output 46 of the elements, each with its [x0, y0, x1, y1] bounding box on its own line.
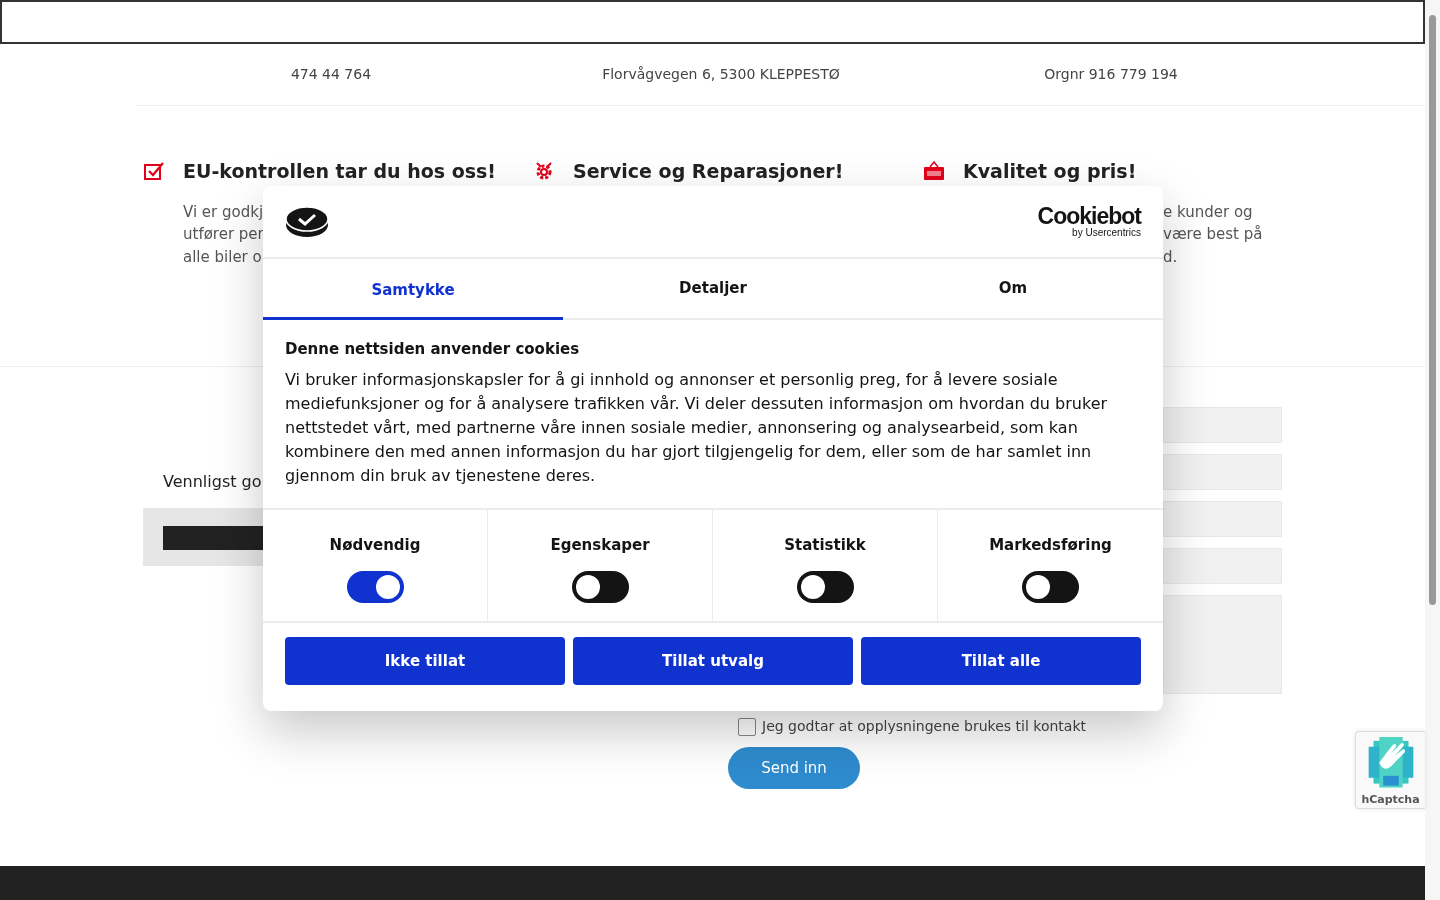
consent-button[interactable]: Tillat utvalg — [573, 637, 853, 685]
checkbox[interactable] — [738, 717, 756, 736]
category-label: Statistikk — [784, 535, 866, 556]
toggle-switch[interactable] — [346, 570, 404, 603]
category-label: Egenskaper — [550, 535, 650, 556]
intro-text: Vennligst go — [163, 471, 262, 493]
category-label: Nødvendig — [329, 535, 421, 556]
feature-text: alle biler o — [183, 246, 262, 268]
textarea-field[interactable] — [1163, 595, 1282, 694]
checkbox-icon — [143, 160, 165, 183]
input-field[interactable] — [1163, 454, 1282, 490]
toggle-switch[interactable] — [571, 570, 629, 603]
feature-heading: EU-kontrollen tar du hos oss! — [183, 160, 497, 183]
scrollbar[interactable] — [1425, 0, 1440, 900]
toggle-switch[interactable] — [1022, 570, 1079, 603]
brand-name: Cookiebot — [1037, 205, 1141, 228]
tab[interactable]: Om — [863, 259, 1163, 320]
input-field[interactable] — [1163, 548, 1282, 584]
captcha-badge[interactable]: hCaptcha — [1355, 731, 1425, 809]
category-label: Markedsføring — [989, 535, 1112, 556]
feature-text: e kunder og — [1163, 201, 1253, 223]
tab[interactable]: Detaljer — [563, 259, 863, 320]
feature-text: Vi er godkj — [183, 201, 264, 223]
captcha-label: hCaptcha — [1361, 791, 1420, 808]
contact-info: Orgnr 916 779 194 — [1044, 65, 1178, 84]
feature-text: utfører per — [183, 224, 264, 246]
check-badge-icon — [285, 204, 329, 239]
consent-button[interactable]: Ikke tillat — [285, 637, 565, 685]
dialog-heading: Denne nettsiden anvender cookies — [285, 340, 581, 358]
feature-text: være best på — [1163, 224, 1263, 246]
contact-info: Florvågvegen 6, 5300 KLEPPESTØ — [602, 65, 840, 84]
dialog-text: Vi bruker informasjonskapsler for å gi innhold og annonser et personlig preg, for å levere sosiale mediefunksjoner og for å analysere trafikken vår. Vi deler dessuten informasjon om hvordan du bruker nettstedet vårt, med partnerne våre innen sosiale medier, annonsering og analysearbeid, som kan kombinere den med annen informasjon du har gjort tilgjengelig for dem, eller som de har samlet inn gjennom din bruk av tjenestene deres. — [285, 369, 1109, 487]
open-sign-icon — [923, 160, 945, 183]
tab[interactable]: Samtykke — [263, 259, 563, 320]
input-field[interactable] — [1163, 501, 1282, 537]
input-field[interactable] — [1163, 407, 1282, 443]
consent-button[interactable]: Tillat alle — [861, 637, 1141, 685]
toggle-switch[interactable] — [796, 570, 854, 603]
submit-button[interactable]: Send inn — [728, 747, 860, 789]
feature-text: d. — [1163, 246, 1178, 268]
scrollbar-thumb[interactable] — [1429, 15, 1436, 605]
contact-info: 474 44 764 — [290, 65, 372, 84]
consent-label: Jeg godtar at opplysningene brukes til kontakt — [762, 717, 1086, 736]
brand-tagline: by Usercentrics — [1072, 228, 1141, 238]
feature-heading: Service og Reparasjoner! — [573, 160, 844, 183]
feature-heading: Kvalitet og pris! — [963, 160, 1137, 183]
